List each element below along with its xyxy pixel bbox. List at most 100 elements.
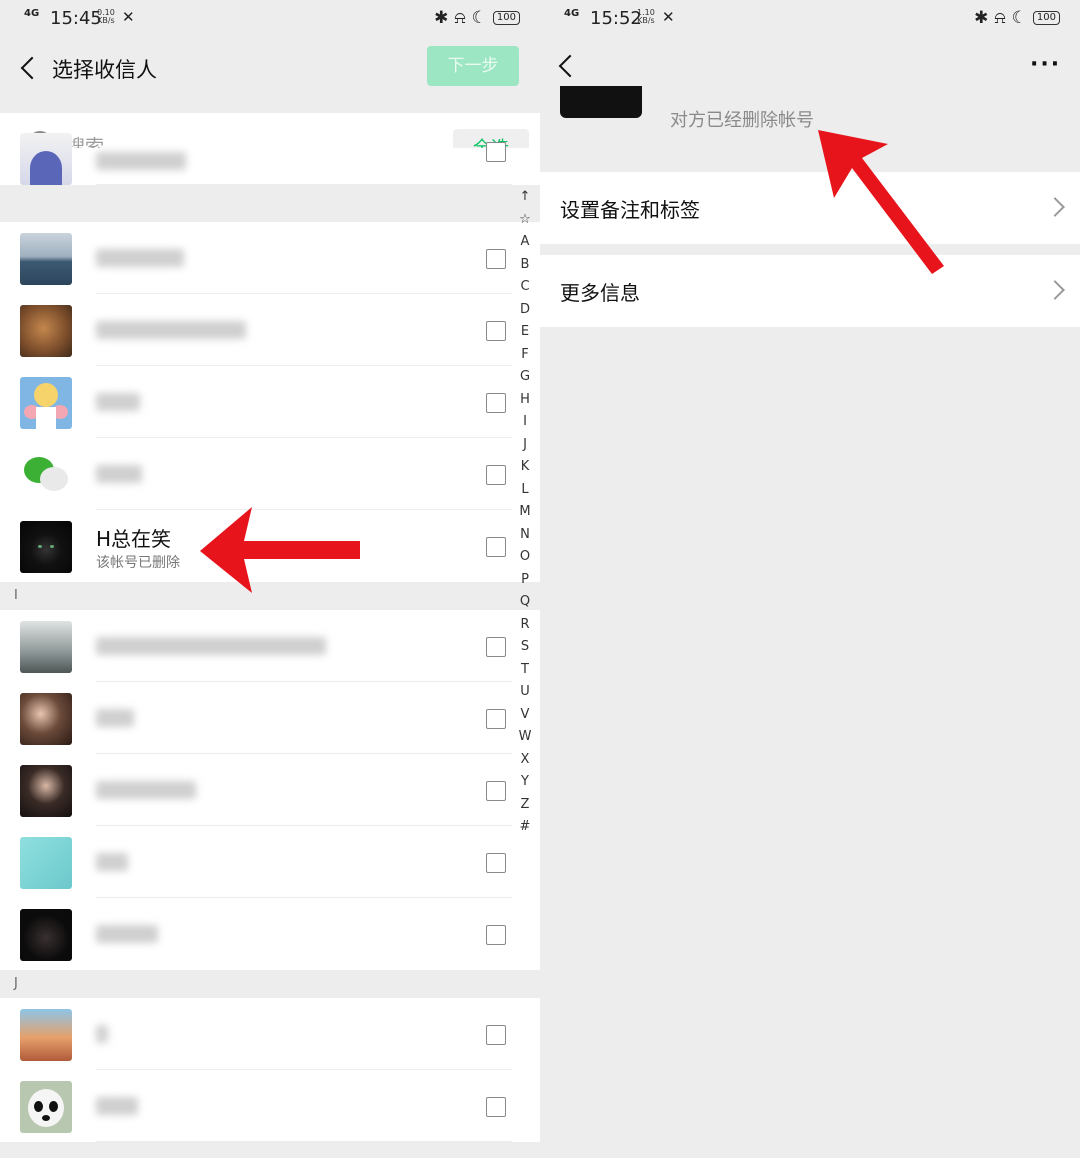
top-bar: 选择收信人 下一步 xyxy=(0,38,540,112)
index-letter[interactable]: N xyxy=(514,524,536,547)
contact-name-blurred xyxy=(96,853,128,871)
net-speed-unit: KB/s xyxy=(97,16,115,25)
avatar xyxy=(20,909,72,961)
contact-name: H总在笑 xyxy=(96,527,172,551)
contact-name-blurred xyxy=(96,321,246,339)
avatar xyxy=(20,1009,72,1061)
moon-icon: ☾ xyxy=(471,8,487,28)
contact-checkbox[interactable] xyxy=(486,853,506,873)
contact-name-blurred xyxy=(96,709,134,727)
section-letter: I xyxy=(14,588,18,603)
list-item[interactable] xyxy=(0,294,540,366)
index-letter[interactable]: X xyxy=(514,749,536,772)
index-letter[interactable]: L xyxy=(514,479,536,502)
index-letter[interactable]: M xyxy=(514,501,536,524)
list-item[interactable] xyxy=(0,1070,540,1142)
index-letter[interactable]: Q xyxy=(514,591,536,614)
index-letter[interactable]: H xyxy=(514,389,536,412)
contact-checkbox[interactable] xyxy=(486,1097,506,1117)
index-letter[interactable]: ↑ xyxy=(514,186,536,209)
status-bar: 4G 15:45 0.10 KB/s ✕ ✱ ⍾ ☾ 100 xyxy=(0,0,540,38)
avatar xyxy=(560,86,642,118)
index-letter[interactable]: Z xyxy=(514,794,536,817)
index-letter[interactable]: A xyxy=(514,231,536,254)
contact-checkbox[interactable] xyxy=(486,393,506,413)
index-letter[interactable]: G xyxy=(514,366,536,389)
avatar xyxy=(20,693,72,745)
list-item[interactable] xyxy=(0,998,540,1070)
index-letter[interactable]: J xyxy=(514,434,536,457)
net-speed-unit: KB/s xyxy=(637,16,655,25)
annotation-arrow-icon xyxy=(818,130,944,274)
index-letter[interactable]: U xyxy=(514,681,536,704)
index-letter[interactable]: Y xyxy=(514,771,536,794)
more-options-icon[interactable]: ··· xyxy=(1030,52,1061,77)
contact-checkbox[interactable] xyxy=(486,249,506,269)
index-letter[interactable]: W xyxy=(514,726,536,749)
contact-checkbox[interactable] xyxy=(486,637,506,657)
contact-checkbox[interactable] xyxy=(486,537,506,557)
status-time: 15:45 xyxy=(50,8,102,29)
avatar xyxy=(20,521,72,573)
status-bar: 4G 15:52 1.10 KB/s ✕ ✱ ⍾ ☾ 100 xyxy=(540,0,1080,38)
index-letter[interactable]: R xyxy=(514,614,536,637)
avatar xyxy=(20,765,72,817)
list-item[interactable] xyxy=(0,898,540,970)
section-letter: J xyxy=(14,976,18,991)
battery-icon: 100 xyxy=(492,11,520,25)
list-item[interactable] xyxy=(0,366,540,438)
index-letter[interactable]: D xyxy=(514,299,536,322)
contact-name-blurred xyxy=(96,1097,138,1115)
contact-name-blurred xyxy=(96,1025,108,1043)
index-letter[interactable]: E xyxy=(514,321,536,344)
back-icon[interactable] xyxy=(556,52,578,82)
list-item[interactable] xyxy=(0,682,540,754)
left-screen: 4G 15:45 0.10 KB/s ✕ ✱ ⍾ ☾ 100 选择收信人 下一步… xyxy=(0,0,540,1158)
contact-checkbox[interactable] xyxy=(486,321,506,341)
contact-checkbox[interactable] xyxy=(486,142,506,162)
contact-checkbox[interactable] xyxy=(486,925,506,945)
contact-name-blurred xyxy=(96,465,142,483)
divider xyxy=(96,1141,512,1142)
index-letter[interactable]: # xyxy=(514,816,536,839)
index-letter[interactable]: I xyxy=(514,411,536,434)
bell-off-icon: ⍾ xyxy=(454,8,466,28)
contact-name-blurred xyxy=(96,781,196,799)
index-letter[interactable]: K xyxy=(514,456,536,479)
avatar xyxy=(20,305,72,357)
divider xyxy=(96,184,512,185)
list-item[interactable] xyxy=(0,222,540,294)
avatar xyxy=(20,133,72,185)
index-letter[interactable]: ☆ xyxy=(514,209,536,232)
signal-icon: 4G xyxy=(24,8,40,19)
index-letter[interactable]: C xyxy=(514,276,536,299)
contact-checkbox[interactable] xyxy=(486,465,506,485)
alphabet-index[interactable]: ↑ ☆ A B C D E F G H I J K L M N O P Q R S T U V W X Y Z # xyxy=(514,186,536,839)
contact-status: 该帐号已删除 xyxy=(96,555,180,571)
list-item[interactable] xyxy=(0,610,540,682)
avatar xyxy=(20,377,72,429)
back-icon[interactable] xyxy=(18,54,40,84)
index-letter[interactable]: V xyxy=(514,704,536,727)
list-item[interactable] xyxy=(0,754,540,826)
contact-checkbox[interactable] xyxy=(486,1025,506,1045)
net-speed: 0.10 KB/s xyxy=(97,9,115,25)
status-icons: ✱ ⍾ ☾ 100 xyxy=(434,8,520,28)
index-letter[interactable]: P xyxy=(514,569,536,592)
status-time: 15:52 xyxy=(590,8,642,29)
next-button[interactable]: 下一步 xyxy=(427,46,519,86)
index-letter[interactable]: B xyxy=(514,254,536,277)
contact-checkbox[interactable] xyxy=(486,709,506,729)
contact-checkbox[interactable] xyxy=(486,781,506,801)
tools-icon: ✕ xyxy=(662,8,675,26)
list-item[interactable] xyxy=(0,438,540,510)
list-item[interactable] xyxy=(0,826,540,898)
index-letter[interactable]: O xyxy=(514,546,536,569)
index-letter[interactable]: T xyxy=(514,659,536,682)
deleted-account-note: 对方已经删除帐号 xyxy=(670,110,814,131)
right-screen: 4G 15:52 1.10 KB/s ✕ ✱ ⍾ ☾ 100 ··· 对方已经删… xyxy=(540,0,1080,1158)
index-letter[interactable]: F xyxy=(514,344,536,367)
index-letter[interactable]: S xyxy=(514,636,536,659)
list-item[interactable] xyxy=(0,133,540,185)
page-title: 选择收信人 xyxy=(52,58,157,82)
